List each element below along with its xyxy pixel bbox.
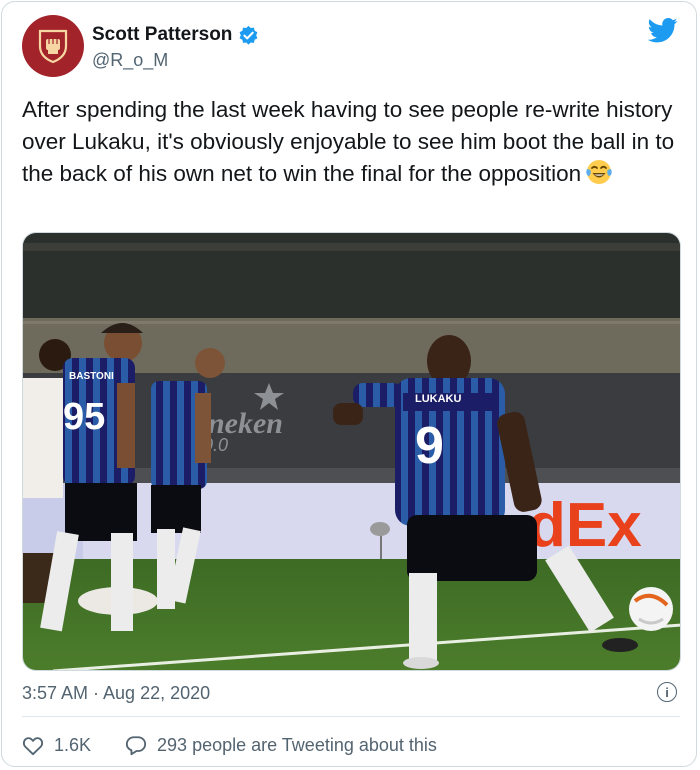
jersey-number-95: 95	[63, 396, 105, 438]
tweet-text: After spending the last week having to s…	[22, 94, 682, 190]
reply-bubble-icon	[125, 736, 147, 756]
divider	[22, 716, 680, 717]
heart-icon	[22, 736, 44, 755]
football-match-photo: Heineken 0.0 dEx 95 BASTONI LUKAKU 9	[23, 233, 680, 670]
author-handle[interactable]: @R_o_M	[92, 50, 168, 71]
tweet-timestamp[interactable]: 3:57 AM · Aug 22, 2020	[22, 683, 210, 704]
tweet-stats: 1.6K 293 people are Tweeting about this	[22, 735, 437, 756]
like-stat[interactable]: 1.6K	[22, 735, 91, 756]
tweet-card: Scott Patterson @R_o_M After spending th…	[1, 1, 697, 767]
info-icon[interactable]: i	[657, 682, 677, 702]
jersey-number-9: 9	[415, 417, 444, 475]
reply-stat[interactable]: 293 people are Tweeting about this	[125, 735, 437, 756]
like-count: 1.6K	[54, 735, 92, 755]
tweet-photo[interactable]: Heineken 0.0 dEx 95 BASTONI LUKAKU 9	[22, 232, 681, 671]
verified-badge-icon	[239, 25, 258, 45]
tweet-text-body: After spending the last week having to s…	[22, 97, 675, 186]
avatar[interactable]	[22, 15, 84, 77]
tears-of-joy-emoji-icon	[586, 160, 612, 184]
jersey-name-lukaku: LUKAKU	[415, 393, 461, 405]
tweeting-about-text: 293 people are Tweeting about this	[157, 735, 437, 755]
board-fedex-text: dEx	[528, 491, 642, 560]
twitter-bird-icon[interactable]	[648, 18, 678, 43]
jersey-name-bastoni: BASTONI	[69, 371, 114, 382]
author-name[interactable]: Scott Patterson	[92, 24, 232, 46]
fist-shield-icon	[38, 29, 68, 64]
